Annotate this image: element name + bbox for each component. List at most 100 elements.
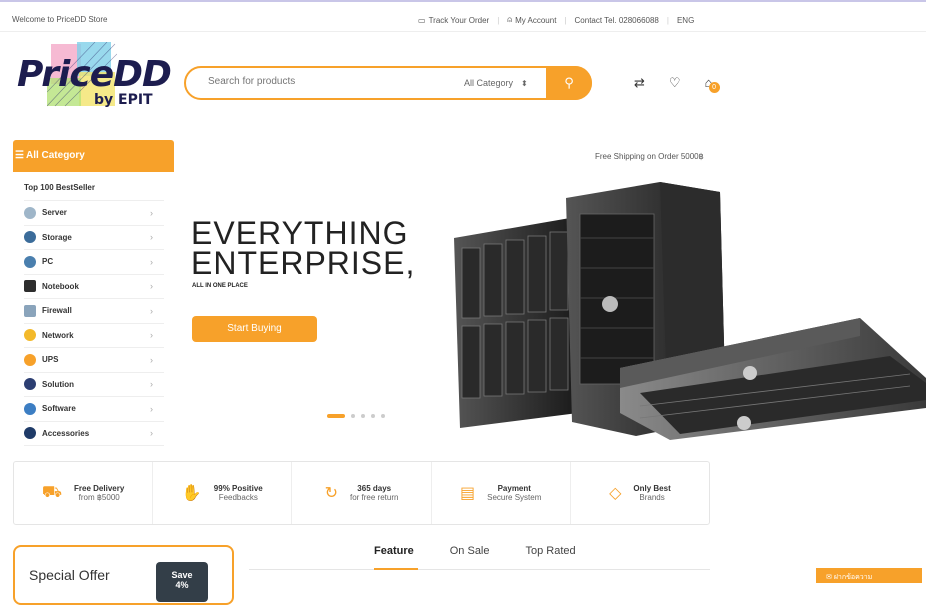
all-category-button[interactable]: ☰ All Category: [13, 140, 174, 172]
feature-title: Payment: [497, 484, 531, 493]
feature-free-delivery: ⛟ Free Delivery from ฿5000: [14, 462, 154, 524]
sidebar-item-label: Software: [42, 404, 76, 414]
ups-icon: [24, 353, 36, 366]
feature-sub: Feedbacks: [218, 493, 258, 502]
cart-count-badge: 0: [708, 82, 720, 93]
category-select[interactable]: All Category ⬍: [464, 78, 528, 88]
truck-icon: ▭: [418, 15, 426, 25]
sidebar-item-notebook[interactable]: Notebook ›: [24, 275, 164, 299]
sidebar-item-software[interactable]: Software ›: [24, 397, 164, 422]
sidebar-item-storage[interactable]: Storage ›: [24, 226, 164, 250]
search-bar: All Category ⬍ ⚲: [184, 66, 592, 100]
tab-on-sale[interactable]: On Sale: [450, 545, 490, 557]
logo-subtitle: by EPIT: [94, 92, 153, 108]
sidebar-item-solution[interactable]: Solution ›: [24, 373, 164, 397]
sidebar-item-label: Firewall: [42, 306, 72, 316]
sidebar-item-network[interactable]: Network ›: [24, 324, 164, 348]
sidebar-item-label: UPS: [42, 355, 59, 365]
feature-title: 99% Positive: [213, 484, 263, 493]
user-icon: ⍝: [507, 15, 513, 24]
divider: |: [564, 15, 567, 25]
truck-icon: ⛟: [41, 484, 63, 501]
pc-icon: [24, 255, 36, 268]
feature-title: Free Delivery: [74, 484, 125, 493]
sidebar-item-label: Accessories: [42, 428, 90, 438]
save-badge: Save 4%: [156, 562, 208, 602]
cart-icon[interactable]: ⌂ 0: [705, 75, 720, 93]
chevron-right-icon: ›: [150, 207, 153, 218]
search-icon: ⚲: [564, 75, 574, 90]
free-shipping-text: Free Shipping on Order 5000฿: [595, 152, 704, 161]
divider: |: [497, 15, 500, 25]
slider-dot[interactable]: [381, 414, 385, 418]
site-logo[interactable]: PriceDD by EPIT: [17, 40, 172, 125]
chevron-right-icon: ›: [150, 330, 153, 341]
hero-line-1: EVERYTHING: [191, 215, 409, 251]
contact-text: Contact Tel. 028066088: [574, 15, 659, 25]
feature-brands: ◇ Only Best Brands: [571, 462, 709, 524]
sidebar-item-ups[interactable]: UPS ›: [24, 348, 164, 373]
chevron-right-icon: ›: [150, 232, 153, 243]
feature-payment: ▤ Payment Secure System: [432, 462, 571, 524]
all-category-label: All Category: [25, 150, 85, 161]
solution-icon: [24, 378, 36, 391]
logo-text: PriceDD: [17, 54, 172, 95]
feature-title: 365 days: [357, 484, 392, 493]
chevron-right-icon: ›: [150, 281, 153, 292]
language-link[interactable]: ENG: [677, 16, 694, 25]
chevron-right-icon: ›: [150, 403, 153, 414]
server-icon: [24, 206, 36, 219]
hand-icon: ✋: [181, 485, 202, 502]
save-label: Save: [171, 570, 193, 580]
sidebar-item-pc[interactable]: PC ›: [24, 250, 164, 275]
firewall-icon: [24, 304, 36, 317]
tab-active-indicator: [374, 568, 418, 570]
tab-feature[interactable]: Feature: [374, 545, 414, 557]
slider-dot[interactable]: [361, 414, 365, 418]
chevron-right-icon: ›: [150, 256, 153, 267]
search-input[interactable]: [208, 76, 438, 87]
sidebar-item-label: Storage: [42, 232, 72, 242]
accessories-icon: [24, 427, 36, 440]
top-links: ▭ Track Your Order | ⍝ My Account | Cont…: [418, 15, 694, 25]
tag-icon: ◇: [609, 485, 622, 502]
sidebar-item-label: Solution: [42, 379, 74, 389]
slider-dot-active[interactable]: [327, 414, 345, 418]
storage-icon: [24, 231, 36, 244]
my-account-link[interactable]: My Account: [515, 16, 556, 25]
heart-icon[interactable]: ♡: [669, 75, 681, 91]
save-amount: 4%: [175, 580, 189, 590]
software-icon: [24, 402, 36, 415]
tab-top-rated[interactable]: Top Rated: [526, 545, 576, 557]
top-bestseller-link[interactable]: Top 100 BestSeller: [24, 179, 164, 201]
chat-button[interactable]: ✉ ฝากข้อความ: [816, 568, 922, 583]
slider-dots: [327, 414, 385, 418]
track-order-link[interactable]: Track Your Order: [429, 16, 490, 25]
slider-dot[interactable]: [371, 414, 375, 418]
chat-label: ฝากข้อความ: [833, 574, 873, 581]
hero-server-image: [454, 182, 926, 440]
chevron-right-icon: ›: [150, 379, 153, 390]
compare-icon[interactable]: ⇄: [634, 75, 645, 91]
top-bar: Welcome to PriceDD Store ▭ Track Your Or…: [0, 2, 926, 32]
chevron-right-icon: ›: [150, 354, 153, 365]
feature-sub: Brands: [639, 493, 665, 502]
slider-dot[interactable]: [351, 414, 355, 418]
menu-icon: ☰: [15, 150, 24, 161]
chevron-right-icon: ›: [150, 305, 153, 316]
sidebar-item-server[interactable]: Server ›: [24, 201, 164, 226]
sidebar-item-label: Notebook: [42, 281, 79, 291]
special-offer-box[interactable]: Special Offer Save 4%: [13, 545, 234, 605]
start-buying-button[interactable]: Start Buying: [192, 316, 317, 342]
special-offer-title: Special Offer: [29, 567, 110, 583]
feature-sub: for free return: [349, 493, 399, 502]
chevron-right-icon: ›: [150, 428, 153, 439]
category-select-label: All Category: [464, 78, 514, 88]
features-bar: ⛟ Free Delivery from ฿5000 ✋ 99% Positive…: [13, 461, 710, 525]
sidebar-item-accessories[interactable]: Accessories ›: [24, 422, 164, 446]
search-button[interactable]: ⚲: [546, 66, 592, 100]
feature-sub: Secure System: [487, 493, 542, 502]
sidebar-item-firewall[interactable]: Firewall ›: [24, 299, 164, 324]
divider: |: [666, 15, 669, 25]
network-icon: [24, 329, 36, 342]
